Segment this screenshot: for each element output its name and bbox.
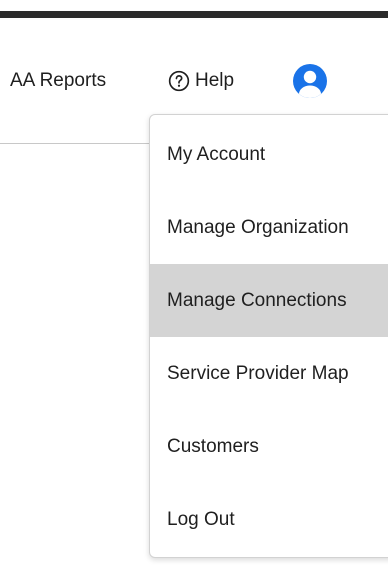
menu-item-log-out[interactable]: Log Out [150,483,388,556]
top-bar [0,11,388,18]
question-circle-icon [168,70,190,92]
header-divider [0,143,150,144]
account-dropdown-menu: My Account Manage Organization Manage Co… [149,114,388,558]
help-button[interactable]: Help [168,68,234,94]
user-avatar-icon[interactable] [292,63,328,99]
menu-item-my-account[interactable]: My Account [150,118,388,191]
menu-item-service-provider-map[interactable]: Service Provider Map [150,337,388,410]
nav-reports-link[interactable]: AA Reports [10,68,106,94]
menu-item-label: Log Out [167,508,235,530]
menu-item-label: Customers [167,435,259,457]
help-label: Help [195,70,235,91]
menu-item-label: My Account [167,143,266,165]
menu-item-label: Manage Connections [167,289,347,311]
nav-reports-label: AA Reports [10,70,107,91]
menu-item-customers[interactable]: Customers [150,410,388,483]
menu-item-manage-organization[interactable]: Manage Organization [150,191,388,264]
menu-item-manage-connections[interactable]: Manage Connections [150,264,388,337]
menu-item-label: Manage Organization [167,216,349,238]
menu-item-label: Service Provider Map [167,362,349,384]
